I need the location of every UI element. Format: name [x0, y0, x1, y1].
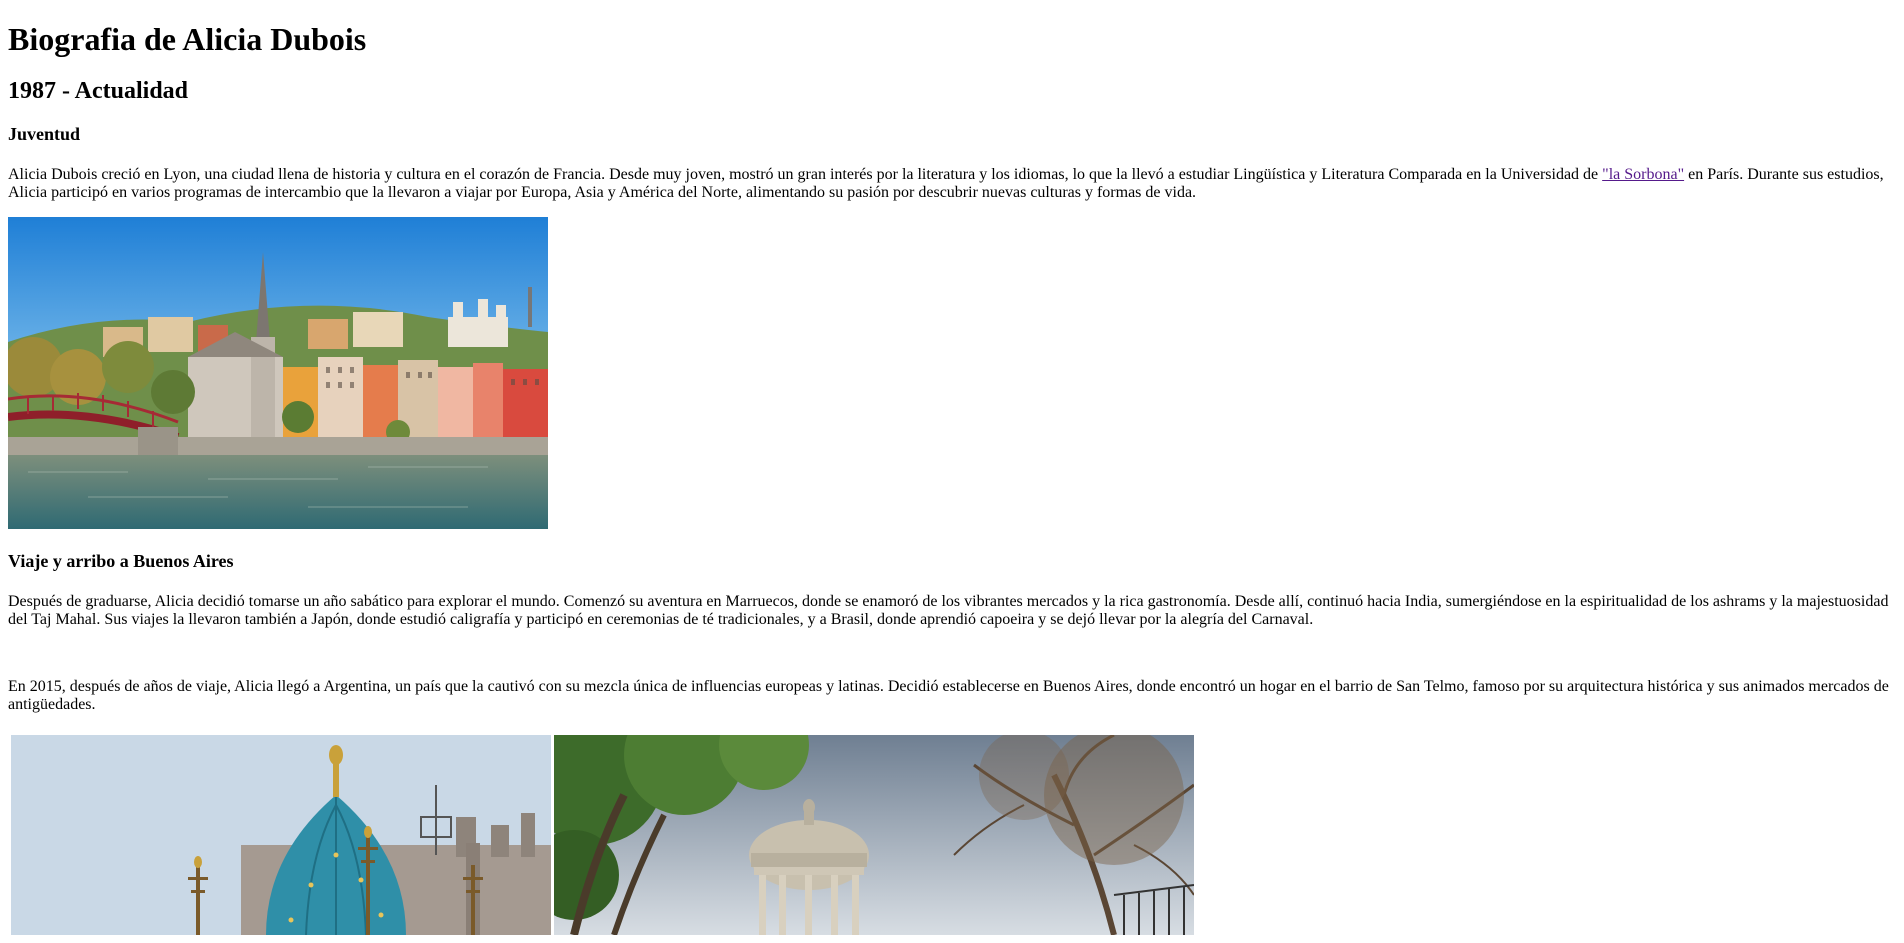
- youth-heading: Juventud: [8, 124, 81, 144]
- buenos-aires-images: [11, 735, 1896, 935]
- youth-text-start: Alicia Dubois creció en Lyon, una ciudad…: [8, 166, 1603, 183]
- sorbona-link[interactable]: "la Sorbona": [1602, 166, 1684, 183]
- biography-page: Biografia de Alicia Dubois 1987 - Actual…: [0, 21, 1904, 935]
- lyon-city-image: [8, 217, 548, 529]
- page-title: Biografia de Alicia Dubois: [8, 21, 367, 57]
- travel-paragraph-2: En 2015, después de años de viaje, Alici…: [8, 678, 1889, 713]
- youth-paragraph: Alicia Dubois creció en Lyon, una ciudad…: [8, 166, 1896, 202]
- park-rotunda-image: [554, 735, 1194, 935]
- orthodox-church-image: [11, 735, 551, 935]
- travel-heading: Viaje y arribo a Buenos Aires: [8, 551, 234, 571]
- travel-paragraph-1: Después de graduarse, Alicia decidió tom…: [8, 593, 1889, 628]
- period-heading: 1987 - Actualidad: [8, 78, 189, 104]
